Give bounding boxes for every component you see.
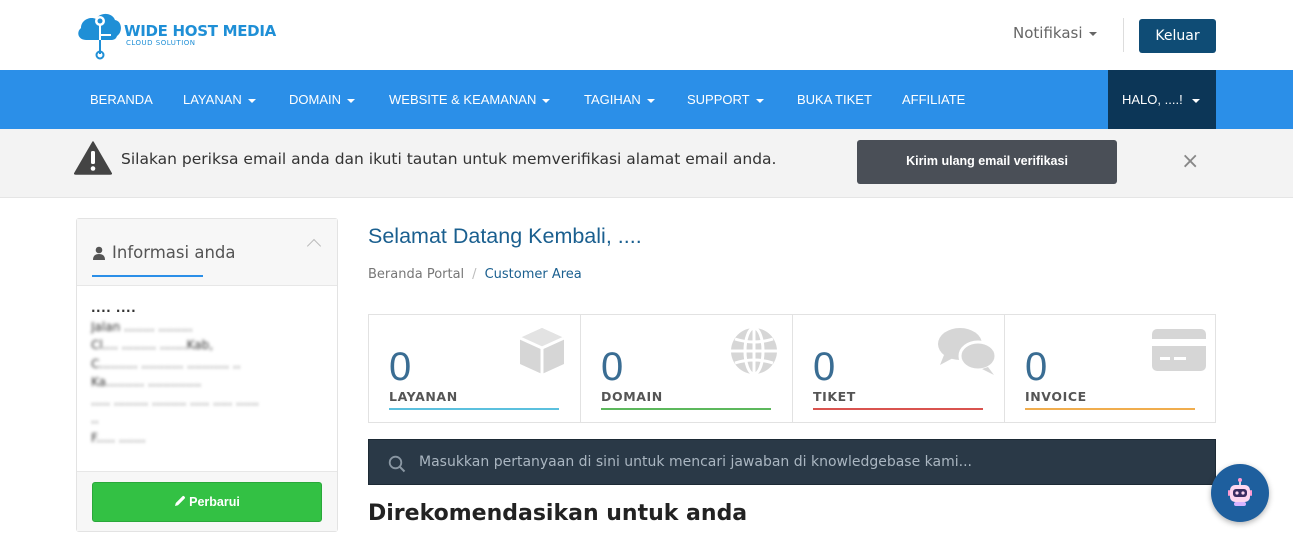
- nav-item-beranda[interactable]: BERANDA: [90, 70, 153, 129]
- tile-count: 0: [813, 345, 836, 389]
- nav-item-affiliate[interactable]: AFFILIATE: [902, 70, 965, 129]
- chat-widget-button[interactable]: [1211, 464, 1269, 522]
- pencil-icon: [175, 495, 186, 506]
- nav-item-website-keamanan[interactable]: WEBSITE & KEAMANAN: [389, 70, 551, 129]
- top-header: WIDE HOST MEDIA CLOUD SOLUTION Notifikas…: [0, 0, 1293, 70]
- tile-accent-bar: [1025, 408, 1195, 410]
- breadcrumb-separator: /: [472, 267, 477, 282]
- account-name: .... ....: [91, 301, 137, 315]
- nav-item-buka-tiket[interactable]: BUKA TIKET: [797, 70, 872, 129]
- resend-verification-button[interactable]: Kirim ulang email verifikasi: [857, 140, 1117, 184]
- brand-name: WIDE HOST MEDIA: [124, 22, 276, 40]
- notifications-dropdown[interactable]: Notifikasi: [1013, 24, 1097, 42]
- tile-count: 0: [1025, 345, 1048, 389]
- nav-label: BUKA TIKET: [797, 92, 872, 107]
- panel-title: Informasi anda: [112, 243, 236, 262]
- user-icon: [93, 246, 105, 260]
- breadcrumb-home[interactable]: Beranda Portal: [368, 267, 464, 282]
- address-line: Ka.......... ..............: [91, 375, 202, 389]
- box-icon: [519, 328, 565, 374]
- globe-icon: [731, 326, 777, 376]
- stats-tiles: 0 LAYANAN 0 DOMAIN 0 TIKET 0 INVOICE: [368, 314, 1216, 423]
- nav-label: SUPPORT: [687, 92, 750, 107]
- caret-down-icon: [542, 98, 551, 103]
- address-line: C.......... ........... ........... ..: [91, 356, 241, 371]
- nav-label: DOMAIN: [289, 92, 341, 107]
- tile-count: 0: [601, 345, 624, 389]
- user-greeting: HALO, ....!: [1122, 92, 1183, 107]
- nav-item-tagihan[interactable]: TAGIHAN: [584, 70, 655, 129]
- notifications-label: Notifikasi: [1013, 24, 1083, 42]
- address-line: Jalan ........ .........: [91, 319, 193, 334]
- breadcrumb-current: Customer Area: [484, 267, 582, 282]
- update-button[interactable]: Perbarui: [92, 482, 322, 522]
- caret-down-icon: [646, 98, 655, 103]
- nav-label: LAYANAN: [183, 92, 242, 107]
- tile-layanan[interactable]: 0 LAYANAN: [369, 315, 581, 422]
- breadcrumb: Beranda Portal / Customer Area: [368, 267, 582, 282]
- credit-card-icon: [1152, 329, 1206, 371]
- chat-bot-icon: [1228, 478, 1252, 506]
- nav-item-layanan[interactable]: LAYANAN: [183, 70, 256, 129]
- account-info-panel: Informasi anda .... .... Jalan ........ …: [76, 218, 338, 532]
- nav-label: AFFILIATE: [902, 92, 966, 107]
- brand-tagline: CLOUD SOLUTION: [126, 39, 196, 47]
- user-menu[interactable]: HALO, ....!: [1108, 70, 1216, 129]
- tile-accent-bar: [813, 408, 983, 410]
- nav-item-domain[interactable]: DOMAIN: [289, 70, 355, 129]
- search-icon: [388, 455, 406, 473]
- caret-down-icon: [755, 98, 764, 103]
- tile-tiket[interactable]: 0 TIKET: [793, 315, 1005, 422]
- tile-accent-bar: [389, 408, 559, 410]
- email-verification-alert: Silakan periksa email anda dan ikuti tau…: [0, 129, 1293, 198]
- caret-down-icon: [347, 98, 355, 103]
- address-line: ..: [91, 412, 99, 426]
- title-underline: [92, 275, 203, 277]
- address-block: .... .... Jalan ........ ......... Cl...…: [91, 299, 327, 447]
- tile-label: LAYANAN: [389, 389, 458, 404]
- logout-button[interactable]: Keluar: [1139, 19, 1216, 53]
- knowledgebase-search: [368, 439, 1216, 485]
- cloud-logo-icon: [78, 13, 121, 60]
- nav-label: BERANDA: [90, 92, 153, 107]
- address-line: Cl.... ......... .......Kab,: [91, 338, 214, 352]
- address-line: ..... ......... ......... ..... ..... ..…: [91, 393, 259, 408]
- tile-label: TIKET: [813, 389, 856, 404]
- address-line: F..... .......: [91, 430, 146, 445]
- warning-icon: [74, 141, 112, 175]
- nav-label: TAGIHAN: [584, 92, 641, 107]
- tile-count: 0: [389, 345, 412, 389]
- update-label: Perbarui: [189, 495, 240, 509]
- alert-message: Silakan periksa email anda dan ikuti tau…: [121, 150, 777, 168]
- panel-header[interactable]: Informasi anda: [77, 219, 337, 286]
- nav-label: WEBSITE & KEAMANAN: [389, 92, 537, 107]
- main-navigation: BERANDA LAYANAN DOMAIN WEBSITE & KEAMANA…: [0, 70, 1293, 129]
- tile-invoice[interactable]: 0 INVOICE: [1005, 315, 1217, 422]
- divider: [1123, 18, 1124, 52]
- chevron-up-icon[interactable]: [306, 238, 322, 254]
- section-title: Direkomendasikan untuk anda: [368, 501, 748, 526]
- comments-icon: [938, 328, 998, 375]
- caret-down-icon: [1191, 98, 1200, 103]
- caret-down-icon: [247, 98, 256, 103]
- caret-down-icon: [1088, 31, 1097, 36]
- tile-label: INVOICE: [1025, 389, 1087, 404]
- page-title: Selamat Datang Kembali, ....: [368, 224, 642, 248]
- tile-domain[interactable]: 0 DOMAIN: [581, 315, 793, 422]
- close-icon[interactable]: ×: [1181, 149, 1199, 174]
- nav-item-support[interactable]: SUPPORT: [687, 70, 764, 129]
- panel-footer: Perbarui: [77, 471, 337, 531]
- tile-accent-bar: [601, 408, 771, 410]
- tile-label: DOMAIN: [601, 389, 663, 404]
- logo[interactable]: WIDE HOST MEDIA CLOUD SOLUTION: [76, 10, 276, 60]
- search-input[interactable]: [419, 440, 1199, 484]
